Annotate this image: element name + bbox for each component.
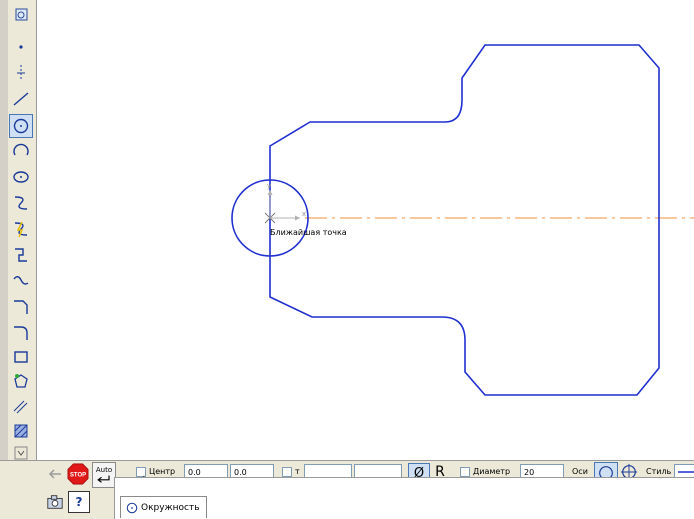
circle-tab-icon: [126, 502, 138, 514]
center-checkbox[interactable]: [136, 467, 146, 483]
part-contour: [269, 44, 660, 396]
local-axis-x-arrow: [295, 215, 300, 221]
toolbar-top-icon[interactable]: [10, 4, 32, 26]
tab-label: Окружность: [141, 503, 200, 513]
chamfer-icon[interactable]: [10, 296, 32, 318]
circle-icon[interactable]: [9, 114, 33, 138]
local-axis-y-arrow: [267, 190, 273, 195]
back-arrow-icon[interactable]: [44, 463, 66, 485]
fillet-icon[interactable]: [10, 322, 32, 344]
ellipse-icon[interactable]: [10, 166, 32, 188]
local-axis-y-label: y: [267, 182, 271, 190]
stop-label: STOP: [70, 472, 86, 478]
local-axis-x-label: x: [302, 210, 306, 218]
help-button[interactable]: ?: [68, 491, 90, 513]
curve-icon[interactable]: [10, 270, 32, 292]
auto-button[interactable]: Auto: [92, 462, 116, 488]
nurbs-icon[interactable]: [10, 218, 32, 240]
polyline-icon[interactable]: [10, 244, 32, 266]
tab-circle[interactable]: Окружность: [120, 496, 207, 518]
snap-hint-label: Ближайшая точка: [270, 228, 347, 237]
hatch-icon[interactable]: [10, 420, 32, 442]
spline-icon[interactable]: [10, 192, 32, 214]
arc-icon[interactable]: [10, 140, 32, 162]
t-checkbox[interactable]: [282, 467, 292, 477]
geometry-toolbar: [8, 0, 37, 460]
polygon-icon[interactable]: [10, 370, 32, 392]
enter-arrow-icon: [97, 475, 110, 483]
drawing-svg: x y: [231, 44, 694, 396]
auxiliary-line-icon[interactable]: [10, 62, 32, 84]
hatch-line-icon[interactable]: [10, 396, 32, 418]
segment-icon[interactable]: [10, 88, 32, 110]
auto-label: Auto: [95, 466, 113, 474]
drawing-canvas[interactable]: x y Ближайшая точка: [37, 0, 694, 460]
diameter-checkbox[interactable]: [460, 467, 470, 477]
point-icon[interactable]: [10, 36, 32, 58]
stop-button[interactable]: STOP: [66, 462, 90, 486]
rectangle-icon[interactable]: [10, 346, 32, 368]
camera-icon[interactable]: [44, 491, 66, 513]
